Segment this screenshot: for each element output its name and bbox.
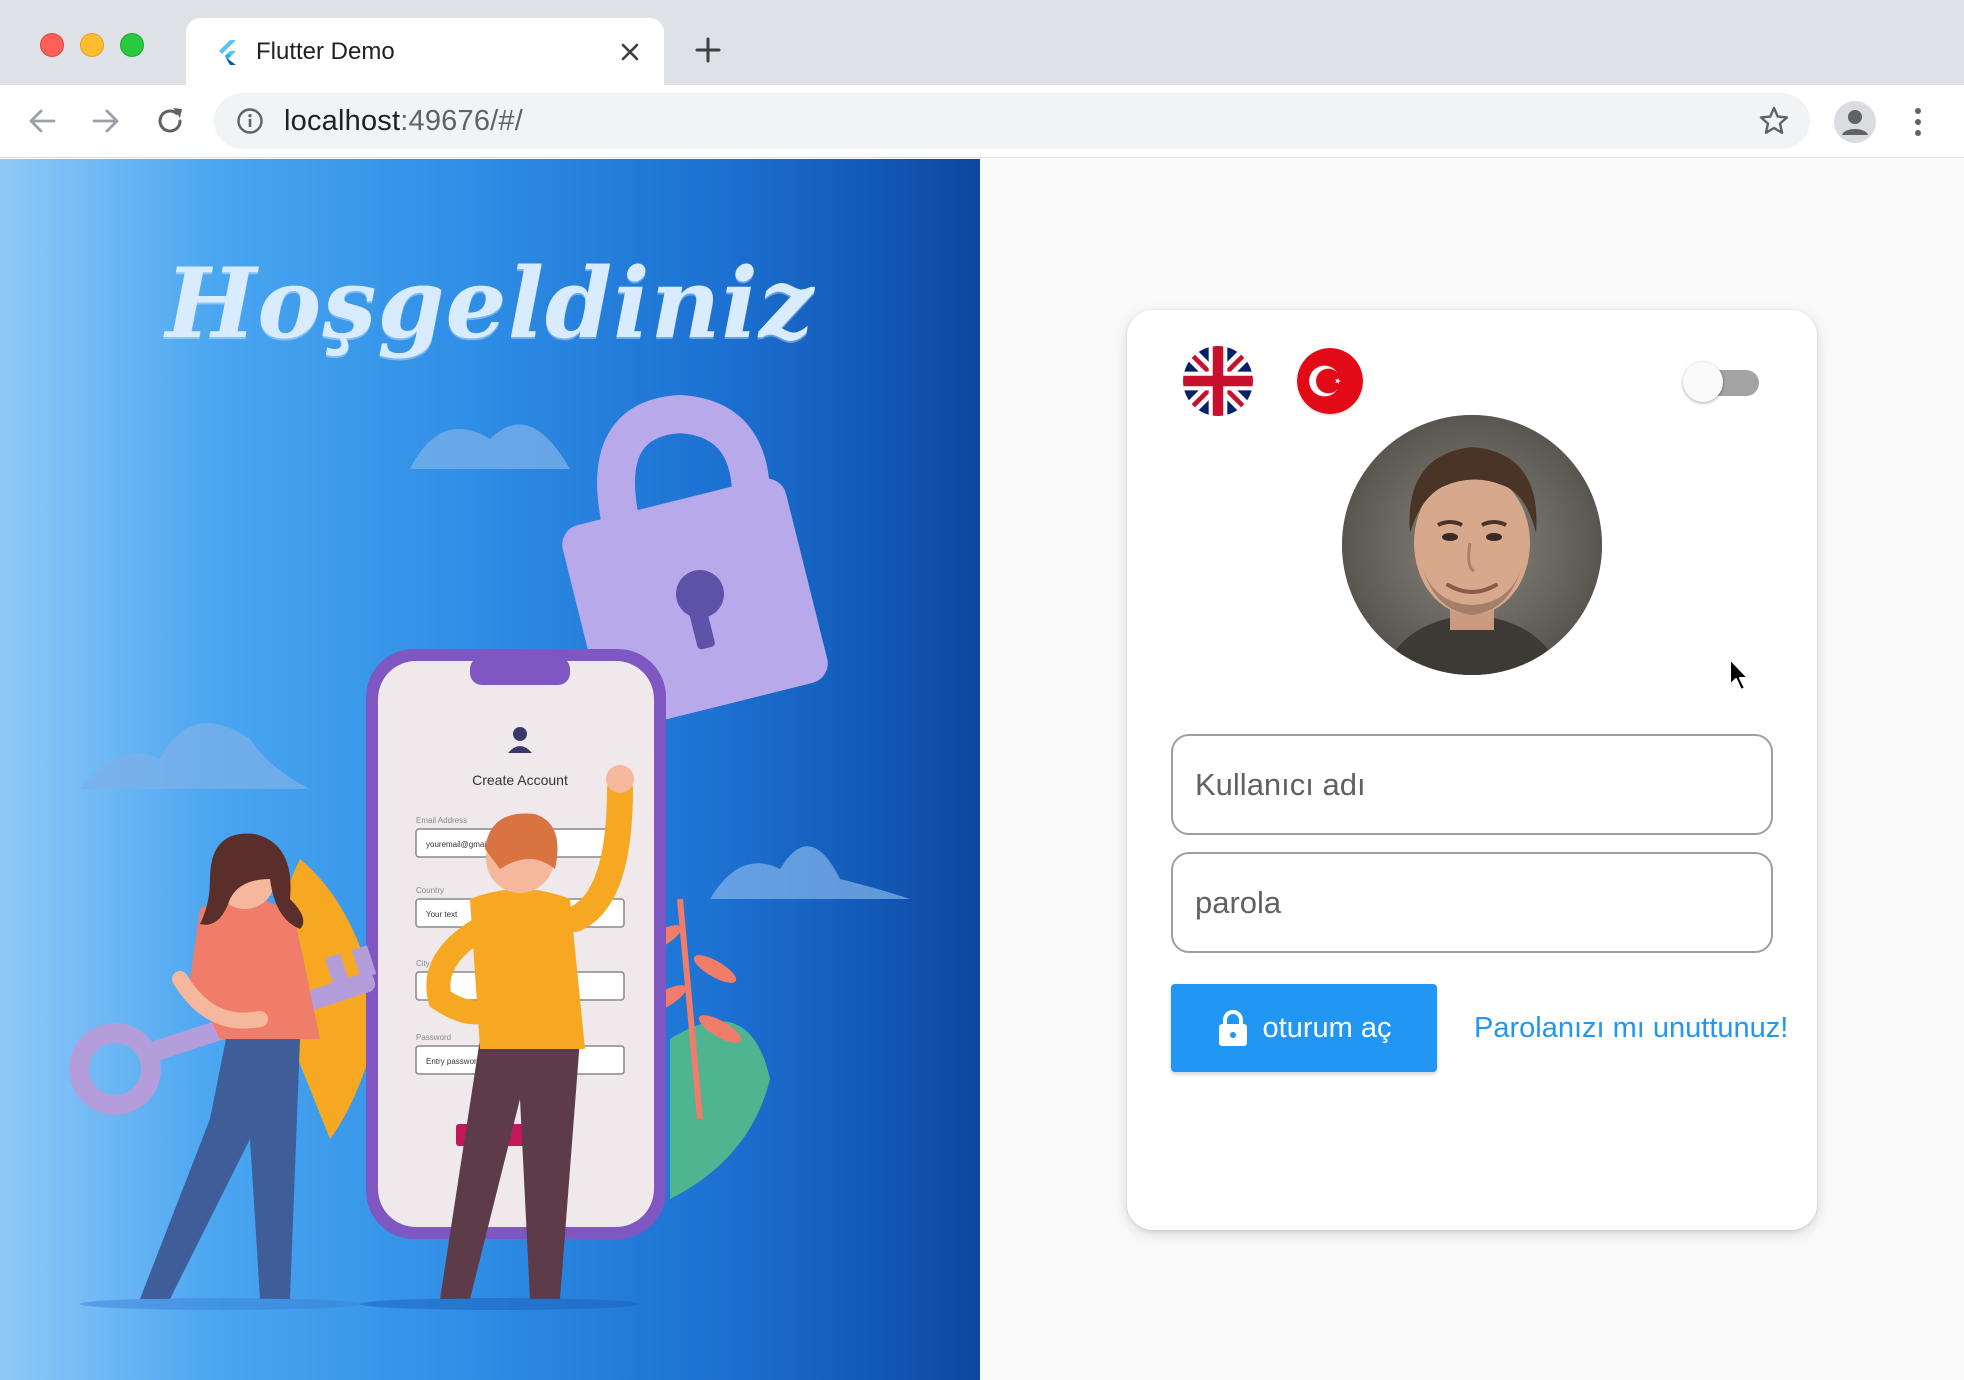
- back-arrow-icon[interactable]: [22, 101, 62, 141]
- browser-titlebar: Flutter Demo: [0, 0, 1964, 85]
- profile-avatar-icon[interactable]: [1834, 101, 1876, 143]
- url-text: localhost:49676/#/: [284, 105, 524, 137]
- login-card: oturum aç Parolanızı mı unuttunuz!: [1127, 310, 1817, 1230]
- phone-city-label: City: [416, 959, 430, 968]
- user-avatar: [1342, 415, 1602, 675]
- welcome-hero-panel: Hoşgeldiniz Create Account Email Address…: [0, 159, 980, 1380]
- phone-heading: Create Account: [472, 772, 568, 788]
- close-window-button[interactable]: [40, 33, 64, 57]
- password-input[interactable]: [1195, 854, 1755, 951]
- phone-country-label: Country: [416, 886, 444, 895]
- english-language-button[interactable]: [1183, 346, 1253, 416]
- site-info-icon[interactable]: [236, 107, 264, 135]
- tab-title: Flutter Demo: [256, 38, 395, 65]
- forward-arrow-icon[interactable]: [86, 101, 126, 141]
- lock-icon: [1218, 1010, 1247, 1046]
- forgot-password-link[interactable]: Parolanızı mı unuttunuz!: [1474, 1010, 1788, 1046]
- turkish-language-button[interactable]: [1297, 348, 1363, 414]
- phone-password-label: Password: [416, 1033, 451, 1042]
- login-button-label: oturum aç: [1262, 1011, 1392, 1044]
- username-field[interactable]: [1171, 734, 1773, 835]
- password-field[interactable]: [1171, 852, 1773, 953]
- phone-email-label: Email Address: [416, 816, 467, 825]
- uk-flag-icon: [1183, 346, 1253, 416]
- turkey-flag-icon: [1297, 348, 1363, 414]
- browser-tab-active[interactable]: Flutter Demo: [186, 18, 664, 85]
- browser-menu-icon[interactable]: [1906, 101, 1930, 143]
- phone-email-value: youremail@gmail.c: [426, 840, 494, 849]
- login-button[interactable]: oturum aç: [1171, 984, 1437, 1072]
- maximize-window-button[interactable]: [120, 33, 144, 57]
- app-page: Hoşgeldiniz Create Account Email Address…: [0, 159, 1964, 1380]
- phone-password-value: Entry password: [426, 1057, 481, 1066]
- reload-icon[interactable]: [150, 101, 190, 141]
- bookmark-star-icon[interactable]: [1758, 105, 1790, 137]
- close-tab-icon[interactable]: [614, 36, 646, 68]
- minimize-window-button[interactable]: [80, 33, 104, 57]
- theme-toggle-switch[interactable]: [1683, 362, 1759, 402]
- browser-toolbar: localhost:49676/#/: [0, 85, 1964, 158]
- address-bar[interactable]: localhost:49676/#/: [214, 93, 1810, 149]
- username-input[interactable]: [1195, 736, 1755, 833]
- mouse-pointer-icon: [1729, 658, 1749, 691]
- phone-country-value: Your text: [426, 910, 458, 919]
- new-tab-icon[interactable]: [690, 32, 726, 68]
- flutter-logo-icon: [219, 40, 236, 65]
- login-illustration: Create Account Email Address youremail@g…: [69, 394, 910, 1310]
